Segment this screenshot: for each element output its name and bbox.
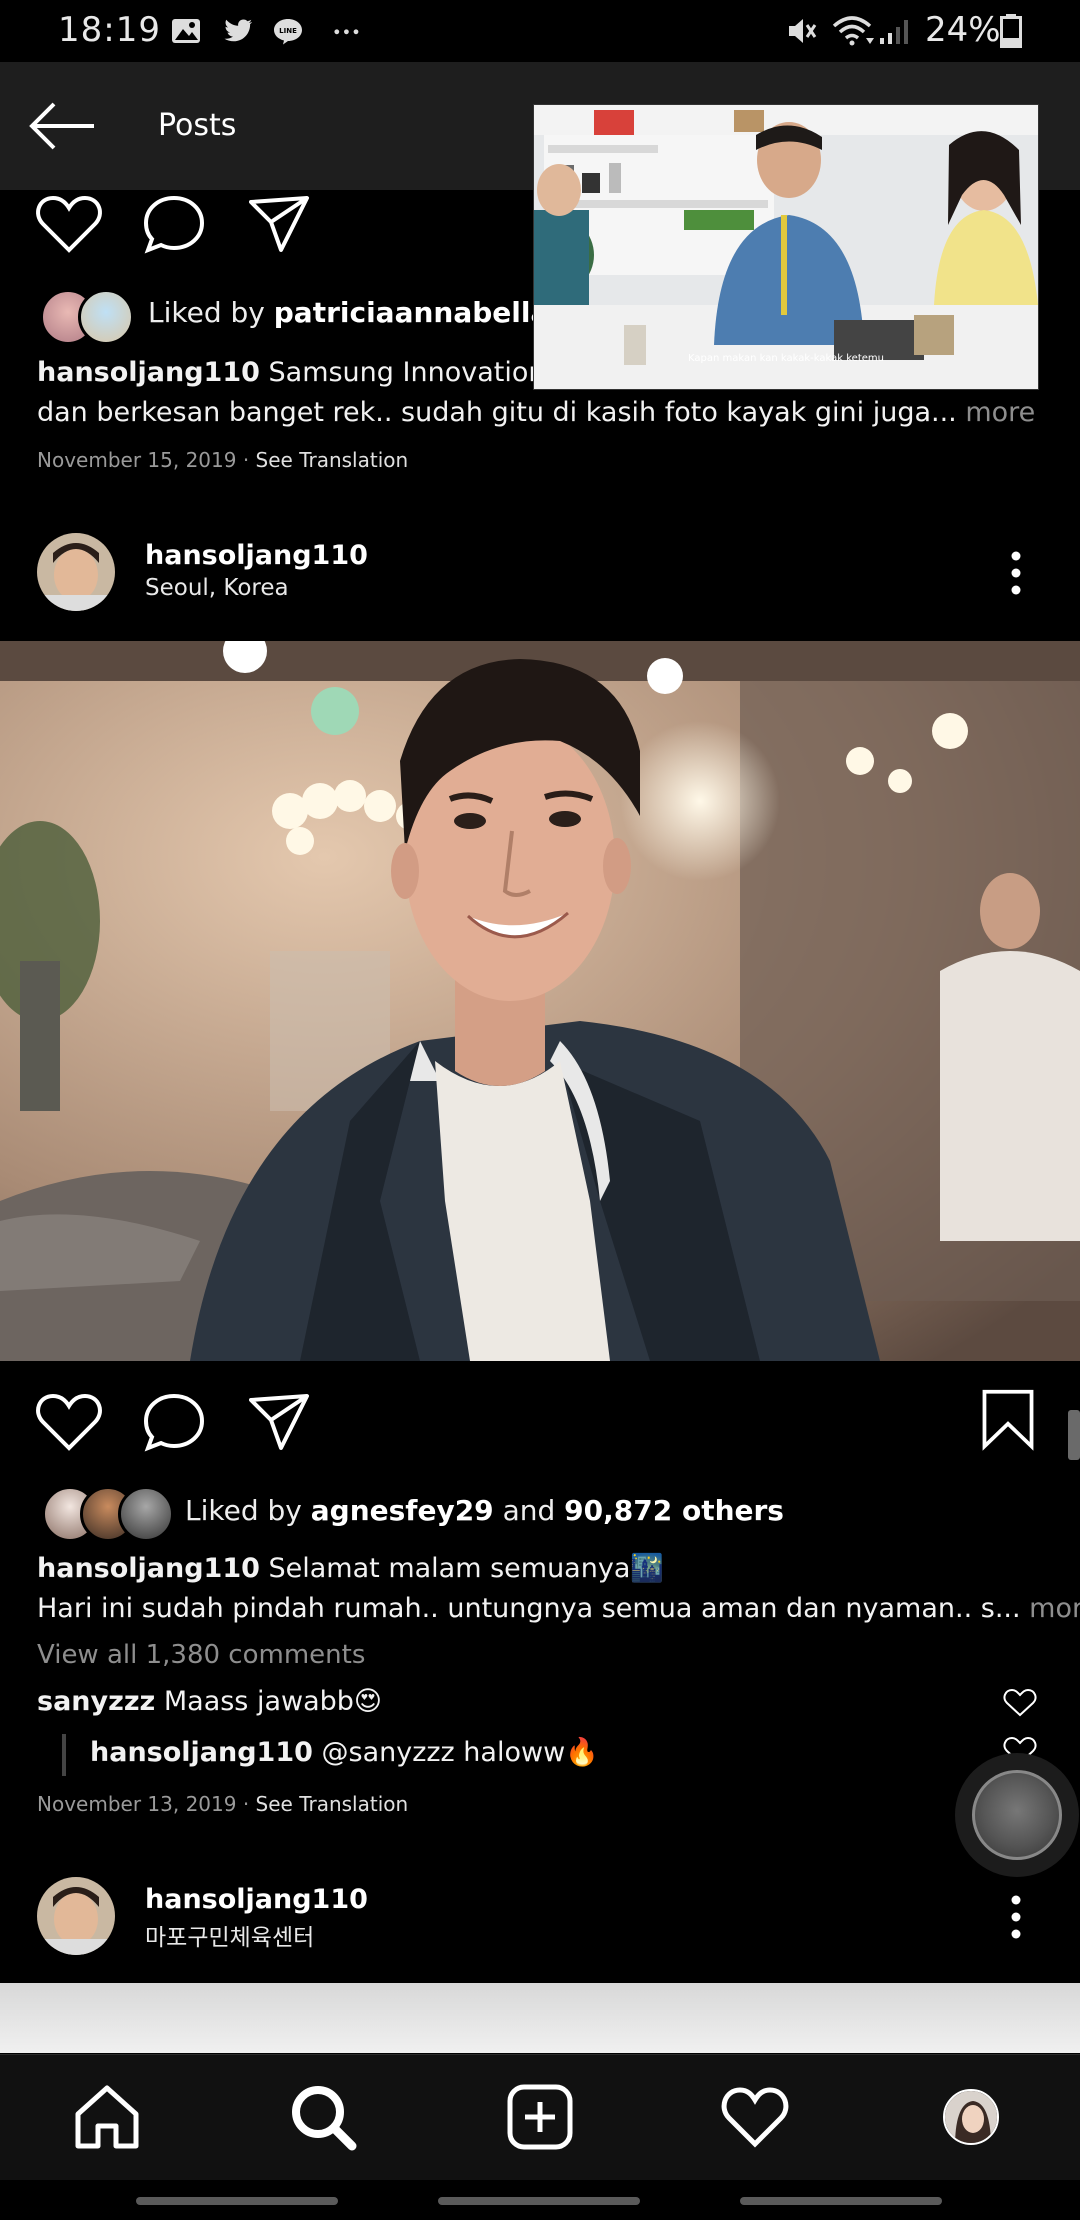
- home-icon[interactable]: [72, 2082, 142, 2152]
- post3-location[interactable]: 마포구민체육센터: [145, 1918, 314, 1952]
- more-link[interactable]: more: [1021, 1593, 1080, 1624]
- post-options-icon[interactable]: [1004, 1892, 1028, 1942]
- line-icon: LINE: [274, 19, 302, 45]
- comment-username[interactable]: sanyzzz: [37, 1686, 155, 1717]
- post2-caption-line2: Hari ini sudah pindah rumah.. untungnya …: [37, 1588, 1080, 1630]
- see-translation-link[interactable]: See Translation: [256, 448, 409, 472]
- post1-caption-line1: hansoljang110 Samsung Innovation Mu: [37, 357, 595, 388]
- post1-caption-line2: dan berkesan banget rek.. sudah gitu di …: [37, 397, 1036, 428]
- post1-date: November 15, 2019 · See Translation: [37, 448, 409, 472]
- caption-username[interactable]: hansoljang110: [37, 1553, 260, 1584]
- battery-percentage: 24%: [925, 10, 1001, 50]
- post2-date: November 13, 2019 · See Translation: [37, 1792, 409, 1816]
- caption-username[interactable]: hansoljang110: [37, 357, 260, 388]
- post2-likes[interactable]: Liked by agnesfey29 and 90,872 others: [185, 1494, 784, 1527]
- reply-indent-bar: [62, 1734, 66, 1776]
- pip-subtitle: Kapan makan kan kakak-kakak ketemu: [688, 353, 884, 364]
- comment-icon[interactable]: [140, 192, 208, 256]
- more-link[interactable]: more: [957, 397, 1035, 428]
- comment-username[interactable]: hansoljang110: [90, 1737, 313, 1768]
- reply-row: hansoljang110 @sanyzzz haloww🔥: [90, 1737, 599, 1768]
- bookmark-save-icon[interactable]: [977, 1388, 1039, 1452]
- comment-like-heart-icon[interactable]: [1003, 1688, 1037, 1718]
- add-post-icon[interactable]: [505, 2082, 575, 2152]
- search-icon[interactable]: [288, 2082, 358, 2152]
- gesture-hint-center[interactable]: [438, 2197, 640, 2205]
- share-send-icon[interactable]: [245, 1390, 313, 1454]
- twitter-icon: [224, 19, 252, 42]
- status-time: 18:19: [58, 10, 161, 50]
- mute-icon: [789, 19, 817, 43]
- post2-location[interactable]: Seoul, Korea: [145, 575, 289, 601]
- post2-photo[interactable]: [0, 641, 1080, 1361]
- battery-icon: [1000, 14, 1022, 48]
- post2-caption-line1: hansoljang110 Selamat malam semuanya🌃: [37, 1553, 664, 1584]
- comment-icon[interactable]: [140, 1390, 208, 1454]
- profile-avatar[interactable]: [943, 2089, 999, 2145]
- gallery-icon: [172, 19, 200, 43]
- liker-avatar[interactable]: [118, 1486, 174, 1542]
- view-all-comments-link[interactable]: View all 1,380 comments: [37, 1640, 365, 1670]
- activity-heart-icon[interactable]: [720, 2082, 790, 2152]
- liker-avatar[interactable]: [78, 289, 134, 345]
- post3-photo[interactable]: [0, 1983, 1080, 2053]
- comment-row: sanyzzz Maass jawabb😍: [37, 1686, 383, 1717]
- gesture-hint-left[interactable]: [136, 2197, 338, 2205]
- floating-assistive-button[interactable]: [972, 1770, 1062, 1860]
- post2-username[interactable]: hansoljang110: [145, 540, 368, 571]
- like-heart-icon[interactable]: [35, 1390, 103, 1454]
- post2-user-avatar[interactable]: [37, 533, 115, 611]
- page-title: Posts: [158, 108, 237, 143]
- gesture-hint-right[interactable]: [740, 2197, 942, 2205]
- see-translation-link[interactable]: See Translation: [256, 1792, 409, 1816]
- status-bar: [0, 0, 1080, 62]
- post3-user-avatar[interactable]: [37, 1877, 115, 1955]
- post3-username[interactable]: hansoljang110: [145, 1884, 368, 1915]
- signal-icon: [880, 20, 908, 44]
- svg-text:LINE: LINE: [279, 27, 297, 35]
- share-send-icon[interactable]: [245, 192, 313, 256]
- like-heart-icon[interactable]: [35, 192, 103, 256]
- picture-in-picture-video[interactable]: Kapan makan kan kakak-kakak ketemu: [533, 104, 1039, 390]
- wifi-icon: [832, 16, 874, 46]
- back-arrow-icon[interactable]: [28, 100, 98, 152]
- more-dots-icon: [334, 29, 359, 35]
- post-options-icon[interactable]: [1004, 548, 1028, 598]
- scrollbar[interactable]: [1068, 1410, 1080, 1460]
